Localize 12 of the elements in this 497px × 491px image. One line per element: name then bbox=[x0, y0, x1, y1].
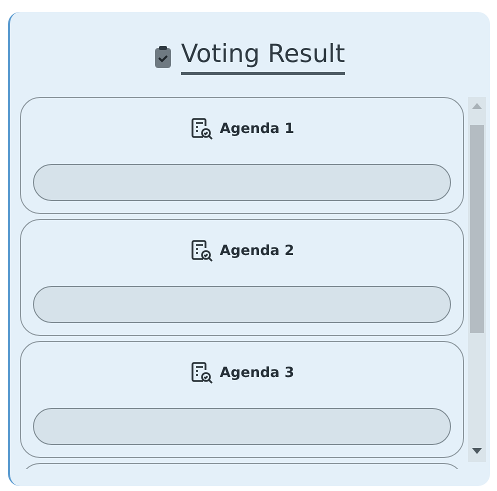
agenda-title: Agenda 2 bbox=[220, 242, 294, 260]
scrollbar-thumb[interactable] bbox=[470, 125, 484, 333]
agenda-title: Agenda 1 bbox=[220, 120, 294, 138]
agenda-title: Agenda 3 bbox=[220, 364, 294, 382]
document-search-icon bbox=[190, 361, 214, 385]
document-search-icon bbox=[190, 117, 214, 141]
title: Voting Result bbox=[180, 38, 346, 75]
clipboard-check-icon bbox=[154, 46, 171, 68]
scroll-up-icon[interactable] bbox=[472, 103, 482, 109]
document-search-icon bbox=[190, 239, 214, 263]
scroll-down-icon[interactable] bbox=[472, 448, 482, 454]
scrollbar[interactable] bbox=[468, 97, 486, 462]
